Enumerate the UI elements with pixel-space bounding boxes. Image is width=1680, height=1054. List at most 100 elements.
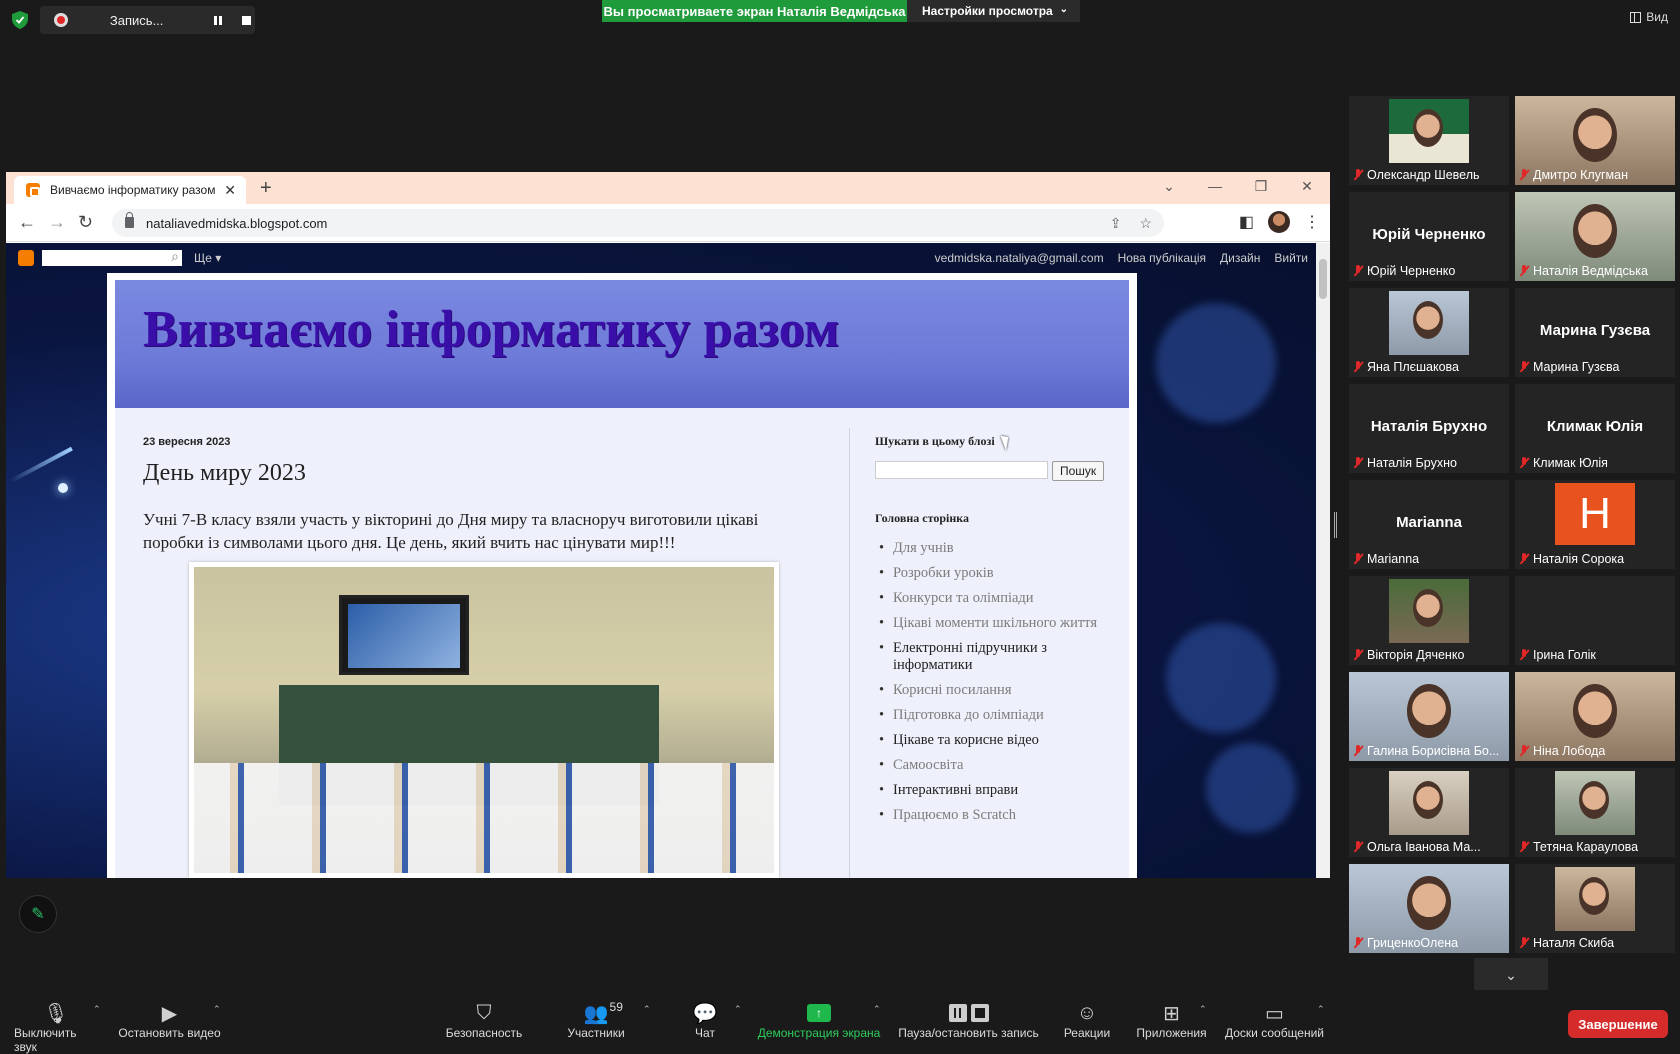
pause-recording-button[interactable] bbox=[209, 11, 227, 29]
participant-tile[interactable]: Наталя Скиба bbox=[1515, 864, 1675, 953]
sidebar-page-link[interactable]: Конкурси та олімпіади bbox=[879, 590, 1115, 607]
pause-stop-recording-button[interactable]: Пауза/остановить запись bbox=[897, 1000, 1040, 1040]
reactions-button[interactable]: ☺ Реакции bbox=[1063, 1000, 1111, 1041]
apps-options-caret-icon[interactable]: ⌃ bbox=[1199, 1004, 1207, 1015]
share-screen-icon: ↑ bbox=[807, 1004, 831, 1022]
participant-tile[interactable]: Marianna Marianna bbox=[1349, 480, 1509, 569]
participant-tile[interactable]: Ніна Лобода bbox=[1515, 672, 1675, 761]
share-page-icon[interactable]: ⇪ bbox=[1110, 215, 1122, 232]
participant-tile[interactable]: Марина Гузєва Марина Гузєва bbox=[1515, 288, 1675, 377]
profile-avatar[interactable] bbox=[1268, 211, 1290, 233]
close-window-icon[interactable]: ✕ bbox=[1284, 172, 1330, 200]
share-options-caret-icon[interactable]: ⌃ bbox=[873, 1004, 881, 1015]
blog-search-button[interactable]: Пошук bbox=[1052, 461, 1105, 481]
sign-out-link[interactable]: Вийти bbox=[1274, 251, 1308, 265]
view-settings-dropdown[interactable]: Настройки просмотра ⌄ bbox=[907, 0, 1080, 22]
participant-tile[interactable]: Галина Борисівна Бо... bbox=[1349, 672, 1509, 761]
forward-arrow-icon[interactable]: → bbox=[48, 212, 66, 233]
mute-button[interactable]: 🎙 Выключить звук bbox=[14, 1000, 98, 1054]
sidebar-page-link[interactable]: Цікаві моменти шкільного життя bbox=[879, 615, 1115, 632]
design-link[interactable]: Дизайн bbox=[1220, 251, 1260, 265]
chat-button[interactable]: 💬 Чат bbox=[690, 1000, 720, 1041]
post-photo[interactable] bbox=[189, 562, 779, 878]
address-bar[interactable]: nataliavedmidska.blogspot.com ⇪ ☆ bbox=[112, 209, 1164, 237]
participant-tile[interactable]: Юрій Черненко Юрій Черненко bbox=[1349, 192, 1509, 281]
security-button[interactable]: ⛉ Безопасность bbox=[446, 1000, 523, 1041]
chat-options-caret-icon[interactable]: ⌃ bbox=[734, 1004, 742, 1015]
participants-count: 59 bbox=[609, 1000, 623, 1014]
sidebar-page-link[interactable]: Підготовка до олімпіади bbox=[879, 707, 1115, 724]
participant-tile[interactable]: Наталія Ведмідська bbox=[1515, 192, 1675, 281]
participant-name-label: Наталія Ведмідська bbox=[1519, 264, 1648, 278]
participant-tile[interactable]: Яна Плєшакова bbox=[1349, 288, 1509, 377]
sidebar-page-link[interactable]: Інтерактивні вправи bbox=[879, 782, 1115, 799]
share-screen-label: Демонстрация экрана bbox=[757, 1026, 881, 1040]
scrollbar-thumb[interactable] bbox=[1319, 259, 1327, 299]
sidebar-page-link[interactable]: Працюємо в Scratch bbox=[879, 807, 1115, 824]
view-button-label: Вид bbox=[1646, 10, 1668, 24]
blogger-search-input[interactable] bbox=[42, 248, 182, 266]
participant-name: Ольга Іванова Ма... bbox=[1367, 840, 1481, 854]
sidebar-page-link[interactable]: Електронні підручники з інформатики bbox=[879, 640, 1115, 674]
back-arrow-icon[interactable]: ← bbox=[18, 212, 36, 233]
new-post-link[interactable]: Нова публікація bbox=[1118, 251, 1206, 265]
stop-icon bbox=[970, 1004, 989, 1022]
restore-icon[interactable]: ❐ bbox=[1238, 172, 1284, 200]
apps-button[interactable]: ⊞ Приложения bbox=[1135, 1000, 1208, 1041]
collapse-gallery-button[interactable]: ⌄ bbox=[1474, 958, 1548, 992]
participant-face bbox=[1413, 781, 1443, 819]
blog-search-input[interactable] bbox=[875, 461, 1048, 479]
sidebar-page-link[interactable]: Самоосвіта bbox=[879, 757, 1115, 774]
muted-microphone-icon bbox=[1353, 361, 1363, 373]
participant-tile[interactable]: Ірина Голік bbox=[1515, 576, 1675, 665]
panel-resize-handle[interactable] bbox=[1334, 512, 1337, 538]
participant-tile[interactable]: Вікторія Дяченко bbox=[1349, 576, 1509, 665]
participant-name-label: Тетяна Караулова bbox=[1519, 840, 1638, 854]
participant-tile[interactable]: ГриценкоОлена bbox=[1349, 864, 1509, 953]
stop-video-button[interactable]: ▶ Остановить видео bbox=[117, 1000, 222, 1041]
whiteboards-button[interactable]: ▭ Доски сообщений bbox=[1223, 1000, 1326, 1041]
audio-options-caret-icon[interactable]: ⌃ bbox=[93, 1004, 101, 1015]
participants-options-caret-icon[interactable]: ⌃ bbox=[643, 1004, 651, 1015]
minimize-icon[interactable]: — bbox=[1192, 172, 1238, 200]
video-options-caret-icon[interactable]: ⌃ bbox=[213, 1004, 221, 1015]
share-screen-button[interactable]: ↑ Демонстрация экрана bbox=[757, 1000, 881, 1040]
tab-search-icon[interactable]: ⌄ bbox=[1146, 172, 1192, 200]
sidebar-page-link[interactable]: Розробки уроків bbox=[879, 565, 1115, 582]
annotate-pencil-icon[interactable]: ✎ bbox=[19, 895, 57, 933]
sidebar-page-link[interactable]: Для учнів bbox=[879, 540, 1115, 557]
post-title[interactable]: День миру 2023 bbox=[143, 460, 306, 487]
side-panel-icon[interactable]: ◧ bbox=[1239, 212, 1254, 232]
participant-tile[interactable]: Олександр Шевель bbox=[1349, 96, 1509, 185]
page-scrollbar[interactable] bbox=[1316, 243, 1330, 878]
blog-header: Вивчаємо інформатику разом bbox=[115, 280, 1129, 408]
reload-icon[interactable]: ↻ bbox=[78, 212, 93, 233]
participant-tile[interactable]: Ольга Іванова Ма... bbox=[1349, 768, 1509, 857]
new-tab-button[interactable]: + bbox=[260, 177, 272, 200]
participant-tile[interactable]: Дмитро Клугман bbox=[1515, 96, 1675, 185]
sidebar-page-link[interactable]: Цікаве та корисне відео bbox=[879, 732, 1115, 749]
chat-bubble-icon: 💬 bbox=[692, 1002, 718, 1025]
stop-recording-button[interactable] bbox=[237, 11, 255, 29]
browser-tab-active[interactable]: Вивчаємо інформатику разом ✕ bbox=[14, 176, 246, 204]
muted-microphone-icon bbox=[1519, 457, 1529, 469]
close-tab-icon[interactable]: ✕ bbox=[224, 182, 236, 199]
blogger-logo-icon[interactable] bbox=[18, 250, 34, 266]
bookmark-star-icon[interactable]: ☆ bbox=[1139, 215, 1152, 232]
view-button[interactable]: Вид bbox=[1630, 10, 1668, 24]
whiteboards-label: Доски сообщений bbox=[1224, 1026, 1325, 1040]
blog-title[interactable]: Вивчаємо інформатику разом bbox=[143, 300, 839, 359]
end-meeting-button[interactable]: Завершение bbox=[1568, 1010, 1668, 1038]
participant-tile[interactable]: Н Наталія Сорока bbox=[1515, 480, 1675, 569]
background-light-spot bbox=[58, 483, 68, 493]
participant-name: Наталія Брухно bbox=[1367, 456, 1457, 470]
browser-menu-icon[interactable]: ⋮ bbox=[1304, 212, 1320, 232]
more-menu[interactable]: Ще ▾ bbox=[194, 251, 221, 265]
participant-tile[interactable]: Климак Юлія Климак Юлія bbox=[1515, 384, 1675, 473]
whiteboards-options-caret-icon[interactable]: ⌃ bbox=[1317, 1004, 1325, 1015]
participant-tile[interactable]: Наталія Брухно Наталія Брухно bbox=[1349, 384, 1509, 473]
participant-tile[interactable]: Тетяна Караулова bbox=[1515, 768, 1675, 857]
sidebar-page-link[interactable]: Корисні посилання bbox=[879, 682, 1115, 699]
security-shield-icon[interactable] bbox=[12, 11, 28, 29]
participants-button[interactable]: 👥 59 Участники bbox=[565, 1000, 627, 1040]
